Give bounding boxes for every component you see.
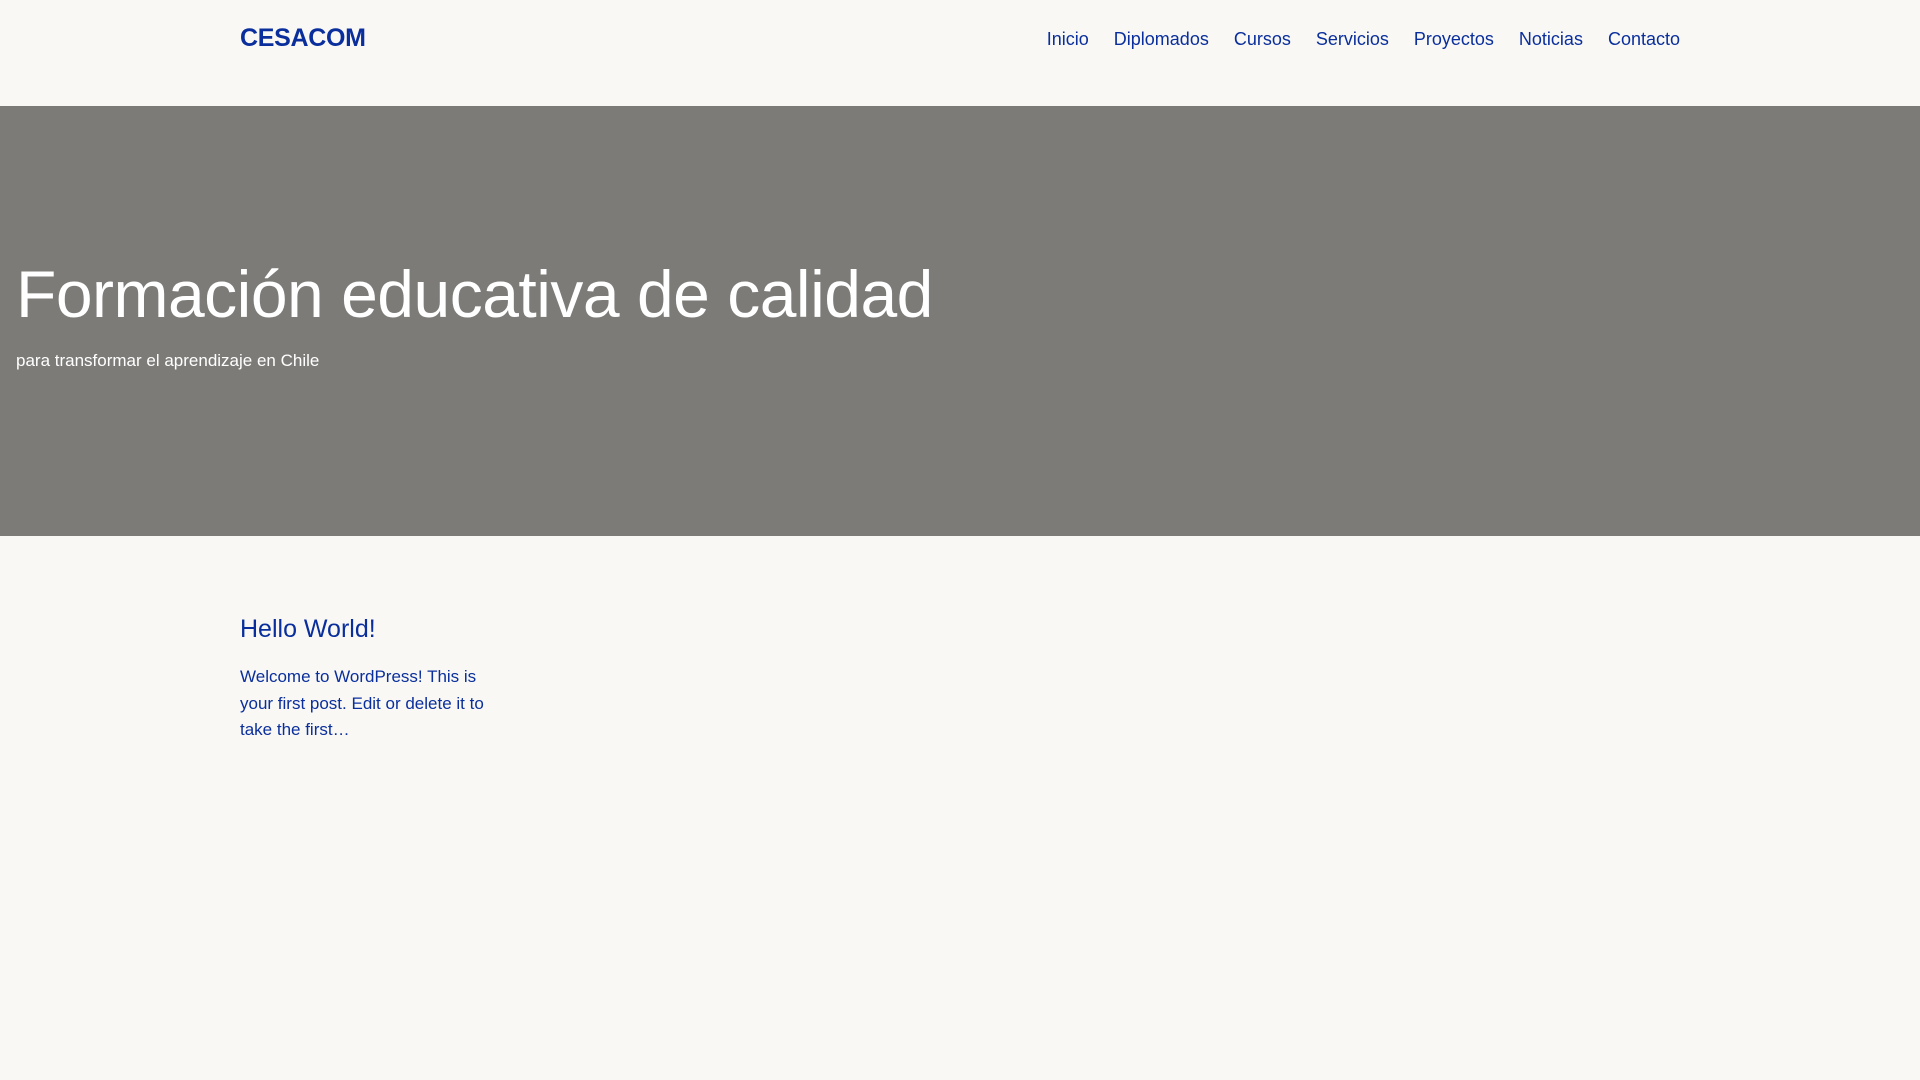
main-nav: Inicio Diplomados Cursos Servicios Proye… xyxy=(1047,29,1680,50)
nav-servicios[interactable]: Servicios xyxy=(1316,29,1389,50)
post-title: Hello World! xyxy=(240,615,485,644)
post-excerpt: Welcome to WordPress! This is your first… xyxy=(240,667,484,739)
post-card: Hello World! Welcome to WordPress! This … xyxy=(240,615,485,744)
nav-noticias[interactable]: Noticias xyxy=(1519,29,1583,50)
nav-cursos[interactable]: Cursos xyxy=(1234,29,1291,50)
site-logo-link[interactable]: CESACOM xyxy=(240,24,366,53)
nav-proyectos[interactable]: Proyectos xyxy=(1414,29,1494,50)
hero-title: Formación educativa de calidad xyxy=(16,257,933,331)
nav-diplomados[interactable]: Diplomados xyxy=(1114,29,1209,50)
hero-banner: Formación educativa de calidad para tran… xyxy=(0,106,1920,536)
site-header: CESACOM Inicio Diplomados Cursos Servici… xyxy=(0,0,1920,106)
nav-contacto[interactable]: Contacto xyxy=(1608,29,1680,50)
hero-subtitle: para transformar el aprendizaje en Chile xyxy=(16,351,320,370)
post-title-link[interactable]: Hello World! xyxy=(240,615,376,643)
nav-inicio[interactable]: Inicio xyxy=(1047,29,1089,50)
